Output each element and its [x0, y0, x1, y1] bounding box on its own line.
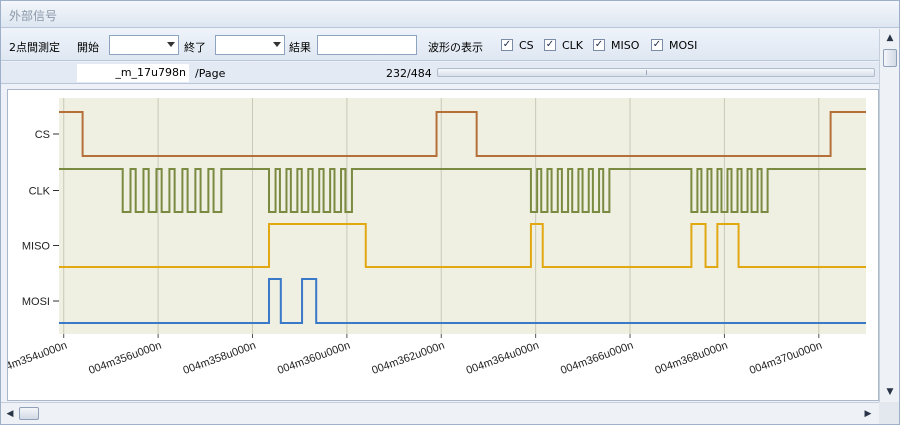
result-field[interactable] — [317, 35, 417, 55]
x-tick-label: 004m362u000n — [370, 340, 446, 377]
miso-checkbox[interactable]: ✓ — [593, 39, 605, 51]
horizontal-scrollbar[interactable]: ◀ ▶ — [1, 402, 879, 424]
display-waveform-label: 波形の表示 — [428, 41, 483, 54]
start-label: 開始 — [77, 41, 99, 54]
plot-area — [59, 98, 866, 334]
vertical-scrollbar[interactable]: ▲ ▼ — [879, 29, 899, 402]
page-unit-label: /Page — [195, 67, 226, 80]
external-signal-window: 外部信号 2点間測定 開始 終了 結果 波形の表示 ✓ CS ✓ CLK ✓ M… — [0, 0, 900, 425]
mosi-checkbox-label: MOSI — [669, 39, 698, 52]
x-tick-label: 004m360u000n — [276, 340, 352, 377]
end-combobox[interactable] — [215, 35, 285, 55]
scroll-down-icon[interactable]: ▼ — [883, 385, 897, 399]
mosi-checkbox[interactable]: ✓ — [651, 39, 663, 51]
window-title: 外部信号 — [9, 9, 58, 23]
start-combobox[interactable] — [109, 35, 179, 55]
page-slider[interactable] — [437, 68, 875, 77]
signal-label: CLK — [29, 186, 51, 198]
result-label: 結果 — [289, 41, 311, 54]
title-bar: 外部信号 — [1, 1, 899, 28]
chevron-down-icon — [167, 42, 175, 47]
measurement-toolbar: 2点間測定 開始 終了 結果 波形の表示 ✓ CS ✓ CLK ✓ MISO ✓… — [1, 29, 879, 61]
page-count: 232/484 — [386, 67, 432, 80]
page-size-field[interactable]: _m_17u798n — [77, 64, 189, 82]
signal-label: MOSI — [22, 296, 50, 308]
scroll-left-icon[interactable]: ◀ — [3, 407, 17, 421]
vertical-scroll-thumb[interactable] — [883, 49, 897, 67]
x-tick-label: 004m364u000n — [465, 340, 541, 377]
measure-label: 2点間測定 — [9, 41, 60, 54]
scrollbar-corner — [879, 402, 899, 424]
x-tick-label: 004m358u000n — [182, 340, 258, 377]
waveform-svg: CS CLK MISO MOSI 004m354u000n 004m356u000n 004… — [8, 98, 866, 377]
clk-checkbox[interactable]: ✓ — [544, 39, 556, 51]
end-label: 終了 — [184, 41, 206, 54]
horizontal-scroll-thumb[interactable] — [19, 407, 39, 420]
x-tick-label: 004m356u000n — [87, 340, 163, 377]
cs-checkbox-label: CS — [519, 39, 534, 52]
x-tick-label: 004m366u000n — [559, 340, 635, 377]
x-tick-label: 004m370u000n — [748, 340, 824, 377]
cs-checkbox[interactable]: ✓ — [501, 39, 513, 51]
signal-label: CS — [35, 129, 50, 141]
chevron-down-icon — [273, 42, 281, 47]
x-tick-label: 004m354u000n — [8, 340, 69, 377]
clk-checkbox-label: CLK — [562, 39, 584, 52]
page-navigation-bar: _m_17u798n /Page 232/484 — [1, 62, 879, 84]
scroll-right-icon[interactable]: ▶ — [861, 407, 875, 421]
waveform-plot[interactable]: CS CLK MISO MOSI 004m354u000n 004m356u000n 004… — [7, 89, 879, 401]
scroll-up-icon[interactable]: ▲ — [883, 31, 897, 45]
slider-tick — [646, 70, 647, 75]
miso-checkbox-label: MISO — [611, 39, 640, 52]
signal-label: MISO — [22, 241, 51, 253]
x-tick-label: 004m368u000n — [653, 340, 729, 377]
